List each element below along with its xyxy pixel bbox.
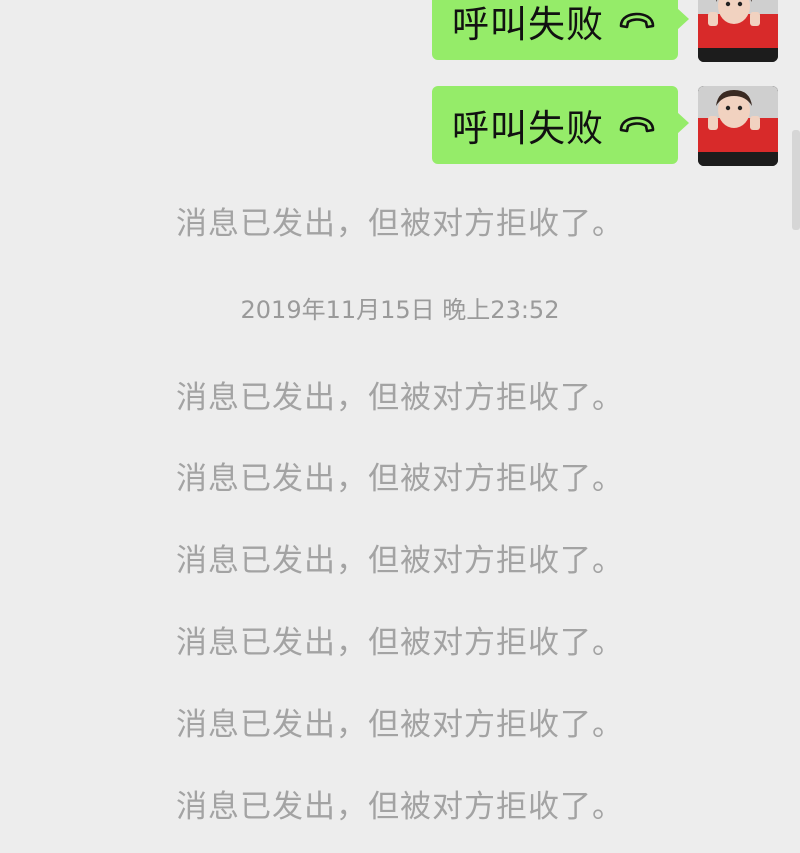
message-text: 呼叫失败 bbox=[452, 3, 604, 46]
hangup-phone-icon bbox=[619, 12, 655, 29]
message-row: 呼叫失败 bbox=[432, 0, 778, 62]
hangup-phone-icon bbox=[619, 116, 655, 133]
user-avatar[interactable] bbox=[698, 86, 778, 166]
scrollbar[interactable] bbox=[792, 130, 800, 230]
message-bubble[interactable]: 呼叫失败 bbox=[432, 0, 689, 60]
message-row: 呼叫失败 bbox=[432, 86, 778, 166]
timestamp: 2019年11月15日 晚上23:52 bbox=[240, 296, 560, 324]
system-notice: 消息已发出，但被对方拒收了。 bbox=[176, 380, 624, 416]
message-text: 呼叫失败 bbox=[452, 107, 604, 150]
message-bubble[interactable]: 呼叫失败 bbox=[432, 86, 689, 164]
system-notice: 消息已发出，但被对方拒收了。 bbox=[176, 206, 624, 242]
system-notice: 消息已发出，但被对方拒收了。 bbox=[176, 707, 624, 743]
user-avatar[interactable] bbox=[698, 0, 778, 62]
chat-window: 呼叫失败 呼叫失败 消息已发出，但被对方拒收了。 2019年11月15日 晚上2… bbox=[0, 0, 800, 853]
system-notice: 消息已发出，但被对方拒收了。 bbox=[176, 789, 624, 825]
system-notice: 消息已发出，但被对方拒收了。 bbox=[176, 461, 624, 497]
system-notice: 消息已发出，但被对方拒收了。 bbox=[176, 625, 624, 661]
system-notice: 消息已发出，但被对方拒收了。 bbox=[176, 543, 624, 579]
